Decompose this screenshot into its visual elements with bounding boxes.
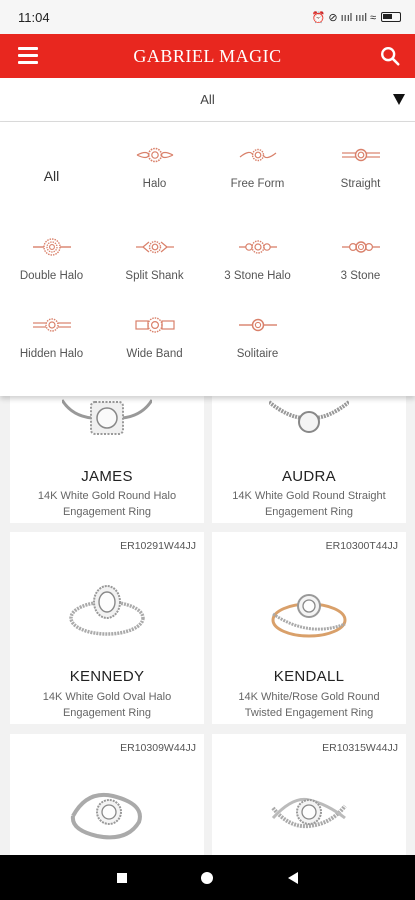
product-name: JAMES (81, 468, 133, 485)
ring-image (62, 399, 152, 435)
category-label: Halo (142, 178, 167, 190)
category-hidden-halo[interactable]: Hidden Halo (0, 314, 103, 362)
category-free-form[interactable]: Free Form (206, 144, 309, 192)
product-sku: ER10291W44JJ (120, 540, 196, 552)
category-label: Solitaire (236, 348, 279, 360)
product-description: 14K White/Rose Gold Round Twisted Engage… (238, 691, 380, 719)
status-icons: ⏰ ⊘ ıııl ıııl ≈ (312, 11, 401, 24)
wide-band-ring-icon (134, 317, 175, 333)
product-card[interactable]: JAMES 14K White Gold Round Halo Engageme… (10, 396, 204, 523)
product-card[interactable]: ER10291W44JJ KENNEDY 14K White Gold Oval… (10, 532, 204, 724)
straight-ring-icon (341, 148, 380, 162)
product-name: KENNEDY (69, 668, 145, 685)
category-menu: All Halo Free Form Straight Double Halo … (0, 122, 415, 396)
product-name: AUDRA (281, 468, 336, 485)
free-form-ring-icon (239, 148, 276, 162)
category-label: 3 Stone Halo (224, 270, 291, 282)
three-stone-halo-ring-icon (238, 240, 277, 254)
hidden-halo-ring-icon (32, 318, 71, 332)
three-stone-ring-icon (341, 241, 380, 253)
category-halo[interactable]: Halo (103, 144, 206, 192)
filter-selected-value: All (200, 92, 215, 107)
back-button[interactable] (287, 871, 298, 884)
category-label: Free Form (230, 178, 285, 190)
split-shank-ring-icon (135, 240, 174, 254)
ring-image (69, 585, 145, 636)
category-label: All (43, 168, 60, 184)
product-card[interactable]: ER10300T44JJ KENDALL 14K White/Rose Gold… (212, 532, 406, 724)
product-sku: ER10300T44JJ (325, 540, 398, 552)
product-sku: ER10309W44JJ (120, 742, 196, 754)
category-label: Split Shank (125, 270, 184, 282)
dropdown-arrow-icon[interactable] (393, 94, 405, 105)
system-nav-bar (0, 855, 415, 900)
product-card[interactable]: AUDRA 14K White Gold Round Straight Enga… (212, 396, 406, 523)
category-wide-band[interactable]: Wide Band (103, 314, 206, 362)
halo-ring-icon (136, 147, 173, 163)
app-title: GABRIEL MAGIC (133, 45, 282, 66)
product-description: 14K White Gold Round Straight Engagement… (232, 490, 386, 518)
solitaire-ring-icon (238, 318, 277, 332)
category-label: Hidden Halo (19, 348, 84, 360)
product-description: 14K White Gold Round Halo Engagement Rin… (37, 490, 177, 518)
home-button[interactable] (201, 871, 214, 884)
status-indicator-icons: ⏰ ⊘ ıııl ıııl ≈ (311, 11, 376, 24)
product-description: 14K White Gold Oval Halo Engagement Ring (42, 691, 172, 719)
category-solitaire[interactable]: Solitaire (206, 314, 309, 362)
search-icon[interactable] (379, 45, 401, 67)
product-sku: ER10315W44JJ (322, 742, 398, 754)
category-all[interactable]: All (0, 168, 103, 186)
category-straight[interactable]: Straight (309, 144, 412, 192)
category-double-halo[interactable]: Double Halo (0, 236, 103, 284)
category-label: 3 Stone (340, 270, 381, 282)
category-3-stone[interactable]: 3 Stone (309, 236, 412, 284)
status-bar: 11:04 ⏰ ⊘ ıııl ıııl ≈ (0, 0, 415, 34)
product-card[interactable]: ER10315W44JJ (212, 734, 406, 856)
category-3-stone-halo[interactable]: 3 Stone Halo (206, 236, 309, 284)
double-halo-ring-icon (32, 238, 71, 256)
app-bar: GABRIEL MAGIC (0, 34, 415, 78)
category-label: Double Halo (19, 270, 84, 282)
product-name: KENDALL (273, 668, 345, 685)
battery-icon (381, 12, 401, 22)
ring-image (271, 594, 347, 638)
ring-image (269, 400, 349, 433)
recents-button[interactable] (117, 872, 128, 883)
status-time: 11:04 (18, 9, 50, 25)
category-label: Straight (340, 178, 381, 190)
product-card[interactable]: ER10309W44JJ (10, 734, 204, 856)
style-filter-dropdown[interactable]: All (0, 78, 415, 122)
category-split-shank[interactable]: Split Shank (103, 236, 206, 284)
category-label: Wide Band (126, 348, 183, 360)
ring-image (271, 797, 347, 829)
menu-icon[interactable] (18, 47, 38, 64)
ring-image (70, 793, 142, 840)
